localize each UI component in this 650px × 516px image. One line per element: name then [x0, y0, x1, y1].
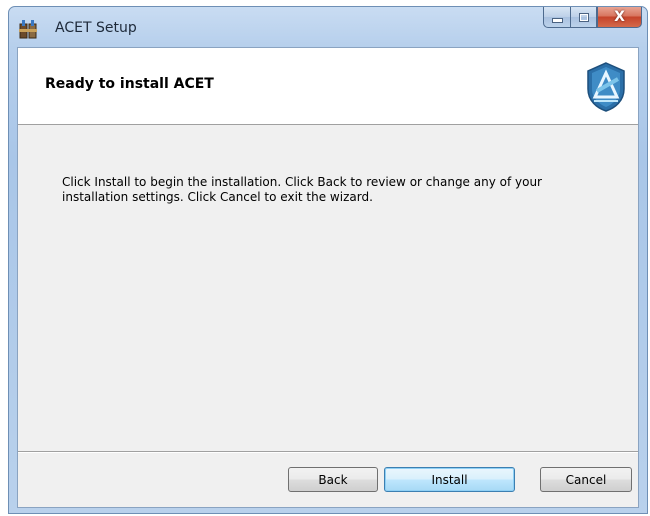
title-bar[interactable]: ACET Setup X — [9, 7, 647, 47]
minimize-icon — [551, 17, 563, 23]
back-button[interactable]: Back — [288, 467, 378, 492]
dialog-client-area: Ready to install ACET Click Install to b… — [17, 47, 639, 508]
maximize-icon — [578, 12, 589, 22]
instructions-text: Click Install to begin the installation.… — [62, 175, 542, 204]
close-icon: X — [614, 9, 625, 25]
close-button[interactable]: X — [597, 7, 642, 28]
page-title: Ready to install ACET — [45, 76, 214, 92]
maximize-button[interactable] — [570, 7, 597, 28]
header-banner: Ready to install ACET — [18, 48, 638, 125]
acet-shield-logo-icon — [584, 61, 628, 113]
window-title: ACET Setup — [55, 20, 137, 36]
minimize-button[interactable] — [543, 7, 570, 28]
installer-app-icon — [17, 19, 39, 41]
install-button[interactable]: Install — [384, 467, 515, 492]
cancel-button[interactable]: Cancel — [540, 467, 632, 492]
caption-buttons: X — [543, 7, 642, 28]
footer-divider — [18, 451, 638, 453]
setup-window: ACET Setup X Ready to install ACET Click… — [8, 6, 648, 514]
